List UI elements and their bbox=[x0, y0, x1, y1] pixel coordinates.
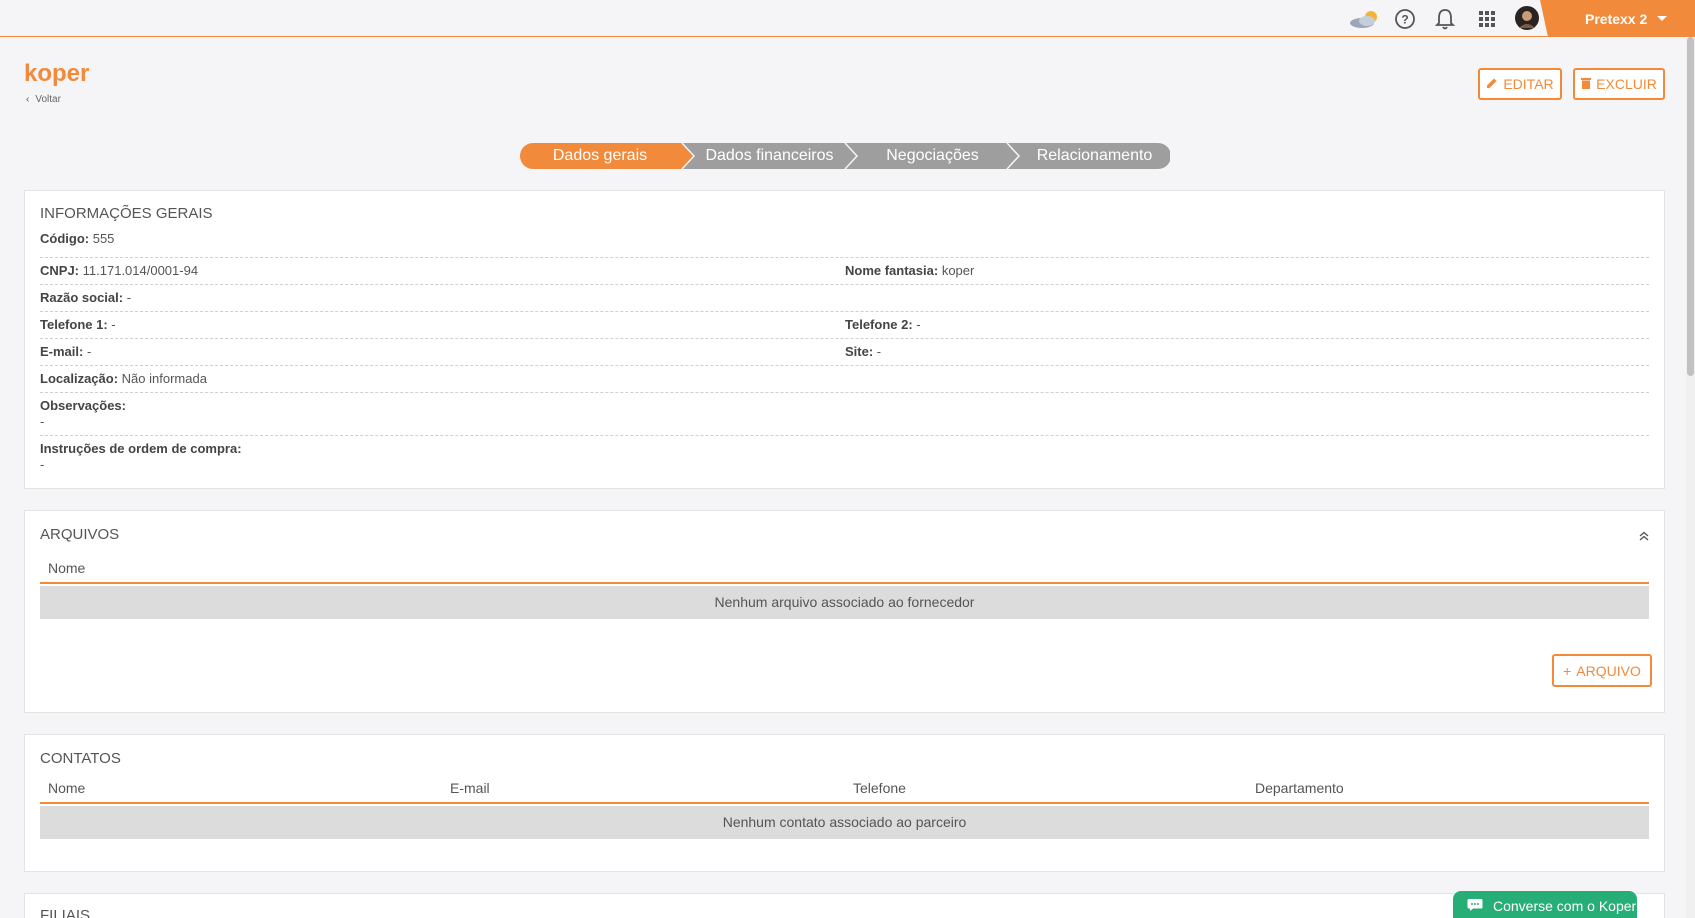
info-row-cnpj: CNPJ: 11.171.014/0001-94 Nome fantasia: … bbox=[40, 258, 1649, 285]
general-info-panel: INFORMAÇÕES GERAIS Código: 555 CNPJ: 11.… bbox=[24, 190, 1665, 489]
obs-value: - bbox=[40, 414, 45, 429]
delete-label: EXCLUIR bbox=[1596, 76, 1657, 92]
chat-icon bbox=[1467, 898, 1483, 915]
step-dados-gerais[interactable]: Dados gerais bbox=[520, 143, 680, 169]
files-empty-row: Nenhum arquivo associado ao fornecedor bbox=[40, 586, 1649, 619]
info-row-razao: Razão social: - bbox=[40, 285, 1649, 312]
step-relacionamento[interactable]: Relacionamento bbox=[1017, 143, 1172, 169]
svg-text:?: ? bbox=[1401, 13, 1408, 27]
top-bar: ? Pretexx 2 bbox=[0, 0, 1695, 37]
email-label: E-mail: bbox=[40, 344, 84, 359]
weather-icon bbox=[1347, 7, 1383, 31]
files-panel: ARQUIVOS Nome Nenhum arquivo associado a… bbox=[24, 510, 1665, 713]
local-label: Localização: bbox=[40, 371, 119, 386]
instr-label: Instruções de ordem de compra: bbox=[40, 441, 242, 456]
cnpj-value: 11.171.014/0001-94 bbox=[82, 263, 199, 278]
chat-label: Converse com o Koper bbox=[1493, 898, 1637, 914]
info-row-observacoes: Observações: - bbox=[40, 393, 1649, 436]
bell-icon[interactable] bbox=[1433, 7, 1457, 31]
step-dados-financeiros[interactable]: Dados financeiros bbox=[692, 143, 847, 169]
files-col-nome: Nome bbox=[48, 560, 86, 576]
info-row-codigo: Código: 555 bbox=[40, 231, 1649, 258]
files-table-header: Nome bbox=[40, 551, 1649, 584]
telefone-2: Telefone 2: - bbox=[845, 317, 921, 332]
info-row-localizacao: Localização: Não informada bbox=[40, 366, 1649, 393]
tel2-label: Telefone 2: bbox=[845, 317, 913, 332]
fantasia-value: koper bbox=[941, 263, 975, 278]
help-icon[interactable]: ? bbox=[1393, 7, 1417, 31]
obs-label: Observações: bbox=[40, 398, 126, 413]
chat-button[interactable]: Converse com o Koper bbox=[1453, 891, 1637, 918]
contacts-title: CONTATOS bbox=[40, 750, 121, 767]
files-title: ARQUIVOS bbox=[40, 526, 120, 543]
site-label: Site: bbox=[845, 344, 874, 359]
add-file-label: ARQUIVO bbox=[1576, 662, 1641, 679]
chevron-down-icon bbox=[1657, 16, 1668, 21]
plus-icon: + bbox=[1563, 662, 1572, 679]
email-value: - bbox=[86, 344, 92, 359]
general-info-title: INFORMAÇÕES GERAIS bbox=[40, 205, 213, 222]
site-value: - bbox=[876, 344, 882, 359]
fantasia-label: Nome fantasia: bbox=[845, 263, 939, 278]
local-value: Não informada bbox=[121, 371, 207, 386]
edit-button[interactable]: EDITAR bbox=[1478, 68, 1562, 100]
contacts-empty-row: Nenhum contato associado ao parceiro bbox=[40, 806, 1649, 839]
back-link[interactable]: ‹ Voltar bbox=[26, 94, 61, 105]
chevron-left-icon: ‹ bbox=[26, 94, 30, 105]
site: Site: - bbox=[845, 344, 881, 359]
delete-button[interactable]: EXCLUIR bbox=[1573, 68, 1665, 100]
user-menu[interactable]: Pretexx 2 bbox=[1540, 0, 1695, 37]
page-scrollbar[interactable] bbox=[1686, 37, 1695, 918]
pencil-icon bbox=[1486, 76, 1498, 92]
razao-label: Razão social: bbox=[40, 290, 124, 305]
contacts-col-telefone: Telefone bbox=[853, 780, 906, 796]
tel1-value: - bbox=[111, 317, 116, 332]
page-title: koper bbox=[24, 60, 90, 87]
scrollbar-thumb[interactable] bbox=[1687, 37, 1694, 376]
trash-icon bbox=[1581, 76, 1592, 92]
branches-title: FILIAIS bbox=[40, 907, 91, 918]
apps-grid-icon[interactable] bbox=[1475, 7, 1499, 31]
codigo-value: 555 bbox=[92, 231, 115, 246]
add-file-button[interactable]: + ARQUIVO bbox=[1552, 654, 1652, 687]
collapse-icon[interactable] bbox=[1639, 528, 1649, 546]
step-negociacoes[interactable]: Negociações bbox=[855, 143, 1010, 169]
contacts-panel: CONTATOS Nome E-mail Telefone Departamen… bbox=[24, 734, 1665, 872]
avatar[interactable] bbox=[1515, 6, 1539, 30]
codigo-label: Código: bbox=[40, 231, 90, 246]
branches-panel: FILIAIS bbox=[24, 893, 1665, 918]
cnpj-label: CNPJ: bbox=[40, 263, 80, 278]
razao-value: - bbox=[126, 290, 132, 305]
back-label: Voltar bbox=[35, 94, 61, 105]
instr-value: - bbox=[40, 457, 45, 472]
edit-label: EDITAR bbox=[1503, 76, 1554, 92]
tel1-label: Telefone 1: bbox=[40, 317, 108, 332]
nome-fantasia: Nome fantasia: koper bbox=[845, 263, 974, 278]
info-row-instrucoes: Instruções de ordem de compra: - bbox=[40, 436, 1649, 476]
contacts-table-header: Nome E-mail Telefone Departamento bbox=[40, 771, 1649, 804]
contacts-col-departamento: Departamento bbox=[1255, 780, 1344, 796]
contacts-col-nome: Nome bbox=[48, 780, 86, 796]
info-row-telefones: Telefone 1: - Telefone 2: - bbox=[40, 312, 1649, 339]
user-menu-label: Pretexx 2 bbox=[1585, 10, 1648, 27]
info-row-email: E-mail: - Site: - bbox=[40, 339, 1649, 366]
tel2-value: - bbox=[916, 317, 921, 332]
contacts-col-email: E-mail bbox=[450, 780, 490, 796]
